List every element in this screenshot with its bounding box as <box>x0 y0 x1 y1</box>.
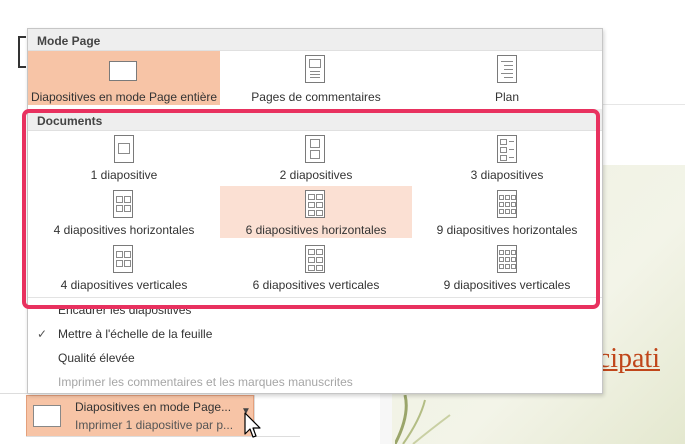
menu-item-label: 9 diapositives verticales <box>443 278 571 292</box>
menu-item-label: Plan <box>494 90 520 104</box>
menu-item-3-slides[interactable]: 3 diapositives <box>412 131 602 183</box>
mode-page-header: Mode Page <box>28 29 602 51</box>
outline-icon <box>497 55 517 83</box>
handout-4-vertical-icon <box>113 245 133 273</box>
handout-9-vertical-icon <box>497 245 517 273</box>
menu-item-4-horizontal[interactable]: 4 diapositives horizontales <box>28 186 220 238</box>
menu-item-label: 4 diapositives verticales <box>60 278 188 292</box>
option-print-comments: Imprimer les commentaires et les marques… <box>58 375 353 389</box>
full-page-slide-thumbnail-icon <box>33 405 61 427</box>
handout-2-icon <box>305 135 325 163</box>
option-label: Encadrer les diapositives <box>58 303 192 317</box>
menu-item-label: 9 diapositives horizontales <box>436 223 578 237</box>
handout-3-icon <box>497 135 517 163</box>
menu-item-label: 4 diapositives horizontales <box>53 223 195 237</box>
menu-divider <box>28 297 602 298</box>
menu-item-label: 3 diapositives <box>470 168 544 182</box>
print-layout-menu: Mode Page Diapositives en mode Page enti… <box>27 28 603 394</box>
menu-item-9-horizontal[interactable]: 9 diapositives horizontales <box>412 186 602 238</box>
menu-item-4-vertical[interactable]: 4 diapositives verticales <box>28 241 220 293</box>
menu-item-label: Diapositives en mode Page entière <box>30 90 218 104</box>
menu-item-label: 6 diapositives verticales <box>252 278 380 292</box>
bracket-glyph <box>18 36 26 68</box>
full-page-slide-icon <box>109 61 137 81</box>
menu-item-2-slides[interactable]: 2 diapositives <box>220 131 412 183</box>
option-label: Imprimer les commentaires et les marques… <box>58 375 353 389</box>
menu-item-6-horizontal[interactable]: 6 diapositives horizontales <box>220 186 412 238</box>
handout-1-icon <box>114 135 134 163</box>
menu-item-label: Pages de commentaires <box>251 90 381 104</box>
mouse-cursor-icon <box>244 412 261 438</box>
handout-4-horizontal-icon <box>113 190 133 218</box>
option-scale-to-fit[interactable]: Mettre à l'échelle de la feuille <box>58 327 212 341</box>
handout-6-vertical-icon <box>305 245 325 273</box>
handout-6-horizontal-icon <box>305 190 325 218</box>
option-high-quality[interactable]: Qualité élevée <box>58 351 135 365</box>
documents-header: Documents <box>28 109 602 131</box>
print-layout-dropdown[interactable]: Diapositives en mode Page... Imprimer 1 … <box>26 395 254 437</box>
menu-item-full-page-slides[interactable]: Diapositives en mode Page entière <box>28 51 220 105</box>
handout-9-horizontal-icon <box>497 190 517 218</box>
menu-item-6-vertical[interactable]: 6 diapositives verticales <box>220 241 412 293</box>
menu-item-label: 2 diapositives <box>279 168 353 182</box>
menu-item-9-vertical[interactable]: 9 diapositives verticales <box>412 241 602 293</box>
menu-item-label: 1 diapositive <box>90 168 158 182</box>
menu-item-outline[interactable]: Plan <box>412 51 602 105</box>
checkmark-icon: ✓ <box>37 327 48 341</box>
option-label: Mettre à l'échelle de la feuille <box>58 327 213 341</box>
print-layout-title: Diapositives en mode Page... <box>75 400 232 414</box>
print-layout-subtitle: Imprimer 1 diapositive par p... <box>75 418 234 432</box>
menu-item-label: 6 diapositives horizontales <box>245 223 387 237</box>
option-label: Qualité élevée <box>58 351 135 365</box>
option-frame-slides[interactable]: Encadrer les diapositives <box>58 303 191 317</box>
menu-item-1-slide[interactable]: 1 diapositive <box>28 131 220 183</box>
menu-item-notes-pages[interactable]: Pages de commentaires <box>220 51 412 105</box>
slide-decoration <box>395 395 451 444</box>
notes-page-icon <box>305 55 325 83</box>
